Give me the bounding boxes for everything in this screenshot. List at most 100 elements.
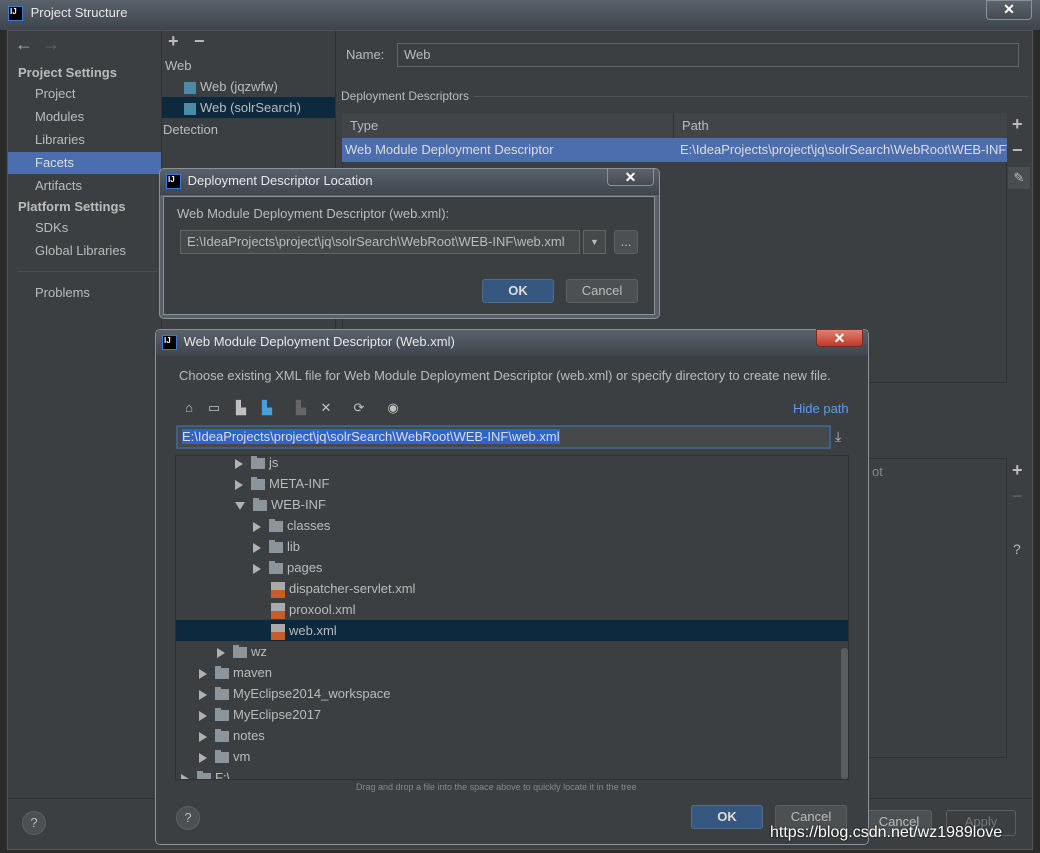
collapsed-arrow-icon[interactable] [235,479,243,490]
collapsed-arrow-icon[interactable] [253,542,261,553]
partial-header-text: ot [872,464,883,479]
name-input[interactable]: Web [397,43,1019,67]
tree-row[interactable]: MyEclipse2017 [176,704,848,725]
browse-button[interactable]: ... [614,230,638,254]
collapsed-arrow-icon[interactable] [217,647,225,658]
descriptor-path-combo[interactable]: E:\IdeaProjects\project\jq\solrSearch\We… [180,230,580,254]
xml-file-icon [271,602,285,619]
tree-row[interactable]: pages [176,557,848,578]
tree-label: MyEclipse2014_workspace [233,686,391,701]
show-hidden-icon[interactable]: ◉ [385,400,401,416]
tree-row[interactable]: web.xml [176,620,848,641]
help-button[interactable]: ? [22,811,46,835]
module-folder-icon[interactable]: ▙ [259,400,275,416]
facets-detection[interactable]: Detection [163,122,218,137]
tree-label: META-INF [269,476,330,491]
sidebar-item-project[interactable]: Project [8,83,161,105]
descriptor-label: Web Module Deployment Descriptor (web.xm… [177,206,450,221]
sidebar-item-libraries[interactable]: Libraries [8,129,161,151]
remove-descriptor-button[interactable]: − [1012,140,1023,161]
sidebar-item-problems[interactable]: Problems [8,282,161,304]
collapsed-arrow-icon[interactable] [181,773,189,779]
delete-icon[interactable]: ✕ [318,400,334,416]
back-button[interactable]: ← [15,34,33,55]
dialog1-ok-button[interactable]: OK [482,279,554,303]
edit-descriptor-button[interactable]: ✎ [1008,167,1030,189]
dialog1-titlebar: IJ Deployment Descriptor Location [160,169,659,195]
refresh-icon[interactable]: ⟳ [351,400,367,416]
sidebar-item-modules[interactable]: Modules [8,106,161,128]
collapsed-arrow-icon[interactable] [253,563,261,574]
window-close-button[interactable]: ✕ [986,0,1032,20]
collapsed-arrow-icon[interactable] [199,689,207,700]
table-header-path[interactable]: Path [674,113,1007,138]
facet-item-jqzwfw[interactable]: Web (jqzwfw) [162,76,335,97]
tree-row[interactable]: classes [176,515,848,536]
collapsed-arrow-icon[interactable] [199,668,207,679]
dialog2-help-button[interactable]: ? [176,806,200,830]
tree-row[interactable]: META-INF [176,473,848,494]
tree-row[interactable]: vm [176,746,848,767]
sidebar-item-artifacts[interactable]: Artifacts [8,175,161,197]
dialog1-cancel-button[interactable]: Cancel [566,279,638,303]
dialog1-close-button[interactable]: ✕ [607,168,654,186]
tree-row[interactable]: js [176,456,848,473]
home-icon[interactable]: ⌂ [181,400,197,416]
tree-label: classes [287,518,331,533]
collapsed-arrow-icon[interactable] [199,710,207,721]
drive-icon [197,771,211,779]
add-descriptor-button[interactable]: + [1012,114,1023,135]
add-root-button[interactable]: + [1012,460,1023,481]
tree-scrollbar[interactable] [841,648,848,779]
window-title: Project Structure [30,5,128,20]
tree-row[interactable]: F:\ [176,767,848,779]
new-folder-icon[interactable]: ▙ [293,400,309,416]
expanded-arrow-icon[interactable] [235,501,245,510]
collapsed-arrow-icon[interactable] [199,731,207,742]
path-input[interactable]: E:\IdeaProjects\project\jq\solrSearch\We… [176,425,831,449]
dialog2-titlebar: IJ Web Module Deployment Descriptor (Web… [156,330,868,356]
sidebar-item-sdks[interactable]: SDKs [8,217,161,239]
collapsed-arrow-icon[interactable] [235,458,243,469]
remove-facet-button[interactable]: − [194,31,205,52]
tree-row[interactable]: proxool.xml [176,599,848,620]
remove-root-button[interactable]: − [1012,486,1023,507]
path-input-selected-text: E:\IdeaProjects\project\jq\solrSearch\We… [182,429,560,444]
table-row[interactable]: Web Module Deployment Descriptor E:\Idea… [342,138,1007,162]
tree-row[interactable]: MyEclipse2014_workspace [176,683,848,704]
tree-row[interactable]: WEB-INF [176,494,848,515]
pencil-icon: ✎ [1013,170,1025,185]
table-header-type[interactable]: Type [342,113,674,138]
sidebar-item-facets[interactable]: Facets [8,152,161,174]
tree-row[interactable]: wz [176,641,848,662]
folder-icon [253,498,267,512]
dialog2-title: Web Module Deployment Descriptor (Web.xm… [183,334,455,349]
tree-label: vm [233,749,251,764]
tree-row[interactable]: lib [176,536,848,557]
dialog2-ok-button[interactable]: OK [691,805,763,829]
desktop-icon[interactable]: ▭ [206,400,222,416]
download-icon[interactable]: ⤓ [835,428,841,445]
deployment-descriptors-heading: Deployment Descriptors [341,89,470,103]
hide-path-link[interactable]: Hide path [793,401,849,416]
dialog1-title: Deployment Descriptor Location [187,173,373,188]
collapsed-arrow-icon[interactable] [253,521,261,532]
facet-group-web[interactable]: Web [165,58,192,73]
add-facet-button[interactable]: + [168,31,179,52]
tree-row[interactable]: dispatcher-servlet.xml [176,578,848,599]
folder-icon [233,645,247,659]
combo-dropdown-button[interactable]: ▼ [583,230,606,254]
sidebar-item-global-libraries[interactable]: Global Libraries [8,240,161,262]
cell-type: Web Module Deployment Descriptor [345,142,554,157]
help-root-button[interactable]: ? [1013,541,1021,557]
project-folder-icon[interactable]: ▙ [233,400,249,416]
facet-item-solrsearch[interactable]: Web (solrSearch) [162,97,335,118]
tree-row[interactable]: notes [176,725,848,746]
collapsed-arrow-icon[interactable] [199,752,207,763]
dialog2-close-button[interactable]: ✕ [816,329,863,347]
tree-row[interactable]: maven [176,662,848,683]
facet-label: Web (solrSearch) [200,100,301,115]
tree-label: lib [287,539,301,554]
forward-button[interactable]: → [42,34,60,55]
folder-icon [215,708,229,722]
